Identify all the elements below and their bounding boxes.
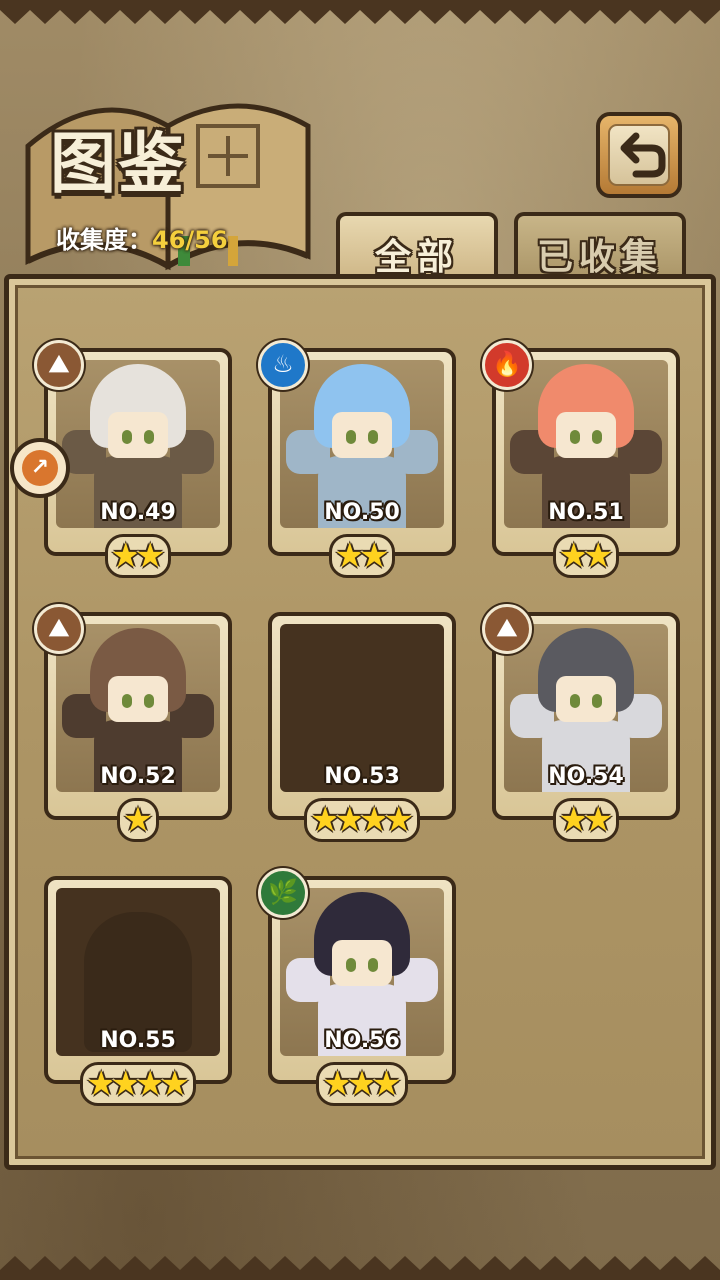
star-icon: ★ bbox=[122, 800, 154, 840]
card-number: NO.51 bbox=[548, 500, 624, 525]
star-plate: ★★ bbox=[104, 534, 172, 578]
star-icon: ★ bbox=[359, 536, 390, 576]
star-rating: ★★★ bbox=[268, 1062, 456, 1106]
portrait-eye bbox=[368, 958, 378, 972]
earth-element-icon: ⛰ bbox=[482, 604, 532, 654]
water-element-icon: ♨ bbox=[258, 340, 308, 390]
portrait-eye bbox=[144, 430, 154, 444]
monster-card[interactable]: NO.56 ★★★ 🌿 bbox=[258, 868, 456, 1106]
star-plate: ★★ bbox=[552, 798, 620, 842]
star-rating: ★ bbox=[44, 798, 232, 842]
star-plate: ★★★ bbox=[316, 1062, 408, 1106]
portrait-eye bbox=[122, 430, 132, 444]
portrait-face bbox=[556, 676, 616, 722]
earth-element-icon: ⛰ bbox=[34, 604, 84, 654]
star-plate: ★★ bbox=[328, 534, 396, 578]
star-rating: ★★★★ bbox=[44, 1062, 232, 1106]
star-plate: ★ bbox=[116, 798, 160, 842]
portrait-eye bbox=[592, 430, 602, 444]
unlock-pointer-button[interactable]: ↗ bbox=[10, 438, 70, 498]
tab-all-label: 全部 bbox=[374, 237, 459, 278]
star-icon: ★ bbox=[371, 1064, 402, 1104]
tab-collected-label: 已收集 bbox=[536, 237, 663, 278]
star-plate: ★★★★ bbox=[304, 798, 420, 842]
back-arrow-icon bbox=[608, 124, 670, 186]
earth-element-icon: ⛰ bbox=[34, 340, 84, 390]
monster-card[interactable]: NO.54 ★★ ⛰ bbox=[482, 604, 680, 842]
monster-card[interactable]: NO.49 ★★ ⛰ bbox=[34, 340, 232, 578]
portrait-eye bbox=[570, 430, 580, 444]
star-plate: ★★★★ bbox=[80, 1062, 196, 1106]
star-plate: ★★ bbox=[552, 534, 620, 578]
star-rating: ★★ bbox=[492, 798, 680, 842]
star-icon: ★ bbox=[583, 800, 614, 840]
portrait-eye bbox=[368, 430, 378, 444]
card-number: NO.55 bbox=[100, 1028, 176, 1053]
bottom-zigzag-border bbox=[0, 1256, 720, 1280]
portrait-eye bbox=[122, 694, 132, 708]
portrait-eye bbox=[346, 958, 356, 972]
portrait-eye bbox=[570, 694, 580, 708]
back-button[interactable] bbox=[596, 112, 682, 198]
tab-all[interactable]: 全部 bbox=[336, 212, 498, 282]
fire-element-icon: 🔥 bbox=[482, 340, 532, 390]
portrait-face bbox=[332, 412, 392, 458]
collection-progress: 收集度：46/56 bbox=[56, 220, 228, 255]
star-rating: ★★ bbox=[268, 534, 456, 578]
card-number: NO.52 bbox=[100, 764, 176, 789]
monster-card[interactable]: NO.53 ★★★★ bbox=[268, 612, 456, 842]
portrait-face bbox=[556, 412, 616, 458]
top-zigzag-border bbox=[0, 0, 720, 24]
grass-element-icon: 🌿 bbox=[258, 868, 308, 918]
card-number: NO.54 bbox=[548, 764, 624, 789]
portrait-face bbox=[108, 412, 168, 458]
monster-card[interactable]: NO.52 ★ ⛰ bbox=[34, 604, 232, 842]
monster-card[interactable]: NO.51 ★★ 🔥 bbox=[482, 340, 680, 578]
card-number: NO.56 bbox=[324, 1028, 400, 1053]
portrait-eye bbox=[346, 430, 356, 444]
star-icon: ★ bbox=[383, 800, 414, 840]
star-rating: ★★ bbox=[44, 534, 232, 578]
portrait-eye bbox=[144, 694, 154, 708]
card-number: NO.49 bbox=[100, 500, 176, 525]
card-number: NO.50 bbox=[324, 500, 400, 525]
pointer-arrow-icon: ↗ bbox=[22, 450, 58, 486]
tab-collected[interactable]: 已收集 bbox=[514, 212, 686, 282]
progress-label: 收集度： bbox=[56, 226, 152, 254]
star-rating: ★★★★ bbox=[268, 798, 456, 842]
star-rating: ★★ bbox=[492, 534, 680, 578]
card-number: NO.53 bbox=[324, 764, 400, 789]
page-title: 图鉴 bbox=[50, 124, 186, 202]
star-icon: ★ bbox=[159, 1064, 190, 1104]
portrait-face bbox=[332, 940, 392, 986]
progress-value: 46/56 bbox=[152, 226, 228, 254]
portrait-face bbox=[108, 676, 168, 722]
monster-card[interactable]: NO.55 ★★★★ bbox=[44, 876, 232, 1106]
portrait-eye bbox=[592, 694, 602, 708]
monster-card[interactable]: NO.50 ★★ ♨ bbox=[258, 340, 456, 578]
star-icon: ★ bbox=[135, 536, 166, 576]
star-icon: ★ bbox=[583, 536, 614, 576]
